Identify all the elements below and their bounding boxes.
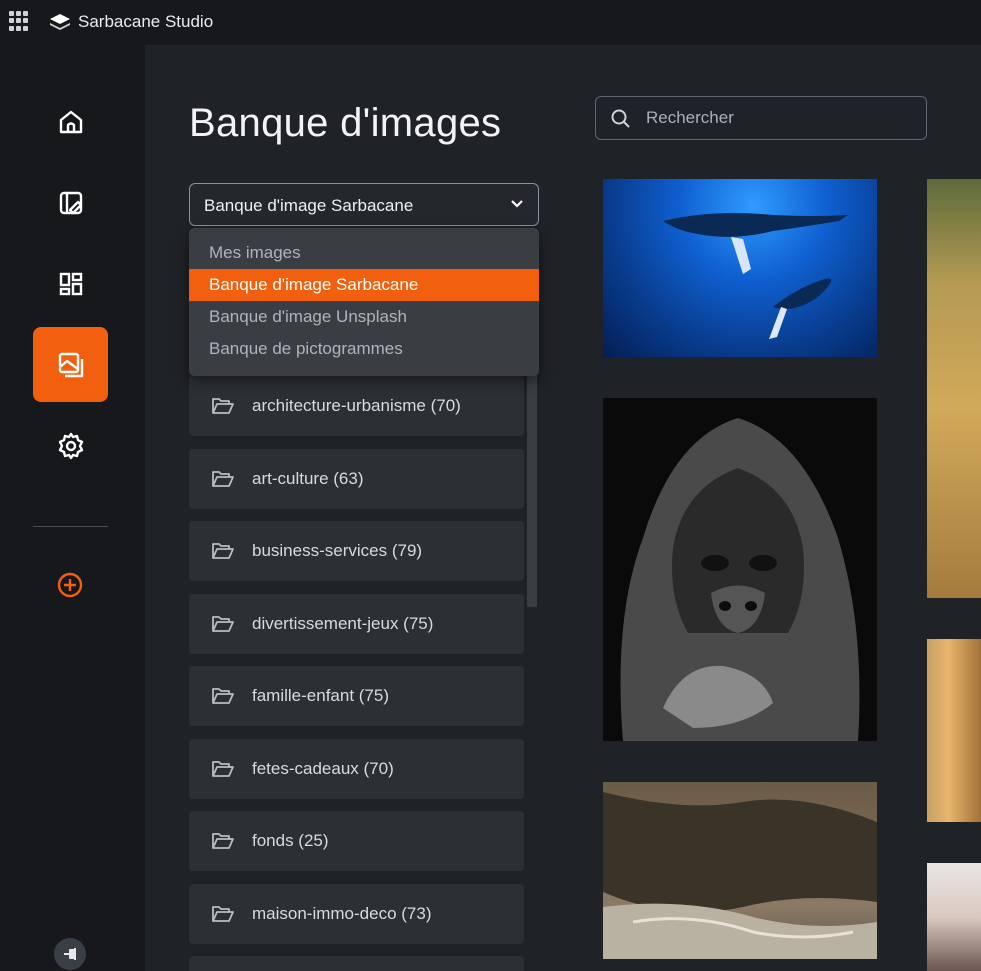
category-item[interactable] [189,956,524,971]
sidebar-item-settings[interactable] [33,408,108,483]
folder-open-icon [212,833,234,849]
settings-icon [58,432,83,459]
category-label: divertissement-jeux (75) [252,614,434,633]
image-thumbnail-whales[interactable] [603,179,877,357]
dropdown-option-pictogrammes[interactable]: Banque de pictogrammes [189,333,539,365]
image-thumbnail-savanna-tree[interactable] [927,179,981,598]
dropdown-option-mes-images[interactable]: Mes images [189,237,539,269]
folder-open-icon [212,471,234,487]
image-thumbnail-wildebeest[interactable] [603,782,877,959]
apps-grid-icon[interactable] [9,11,29,31]
category-item[interactable]: divertissement-jeux (75) [189,594,524,654]
wildebeest-illustration [603,792,877,959]
sidebar-item-templates[interactable] [33,246,108,321]
category-label: maison-immo-deco (73) [252,904,432,923]
category-label: famille-enfant (75) [252,686,390,705]
image-source-select[interactable]: Banque d'image Sarbacane [189,183,539,226]
page-title: Banque d'images [189,101,502,145]
dropdown-option-sarbacane[interactable]: Banque d'image Sarbacane [189,269,539,301]
folder-open-icon [212,616,234,632]
image-source-selected: Banque d'image Sarbacane [204,196,414,215]
sidebar-item-images[interactable] [33,327,108,402]
folder-open-icon [212,761,234,777]
sidebar-divider [33,526,108,527]
gorilla-illustration [620,418,860,741]
main-content: Banque d'images Banque d'image Sarbacane… [145,45,981,971]
sidebar-item-editor[interactable] [33,165,108,240]
editor-icon [59,191,82,214]
folder-open-icon [212,398,234,414]
sidebar [0,45,145,971]
category-label: fonds (25) [252,831,329,850]
category-item[interactable]: business-services (79) [189,521,524,581]
category-item[interactable]: fonds (25) [189,811,524,871]
category-scrollbar[interactable] [527,337,537,607]
category-label: art-culture (63) [252,469,364,488]
whale-illustration [663,213,848,339]
app-title: Sarbacane Studio [78,12,214,31]
search-input[interactable] [646,97,916,138]
category-list: architecture-urbanisme (70) art-culture … [189,376,525,971]
image-source-dropdown: Mes images Banque d'image Sarbacane Banq… [189,228,539,376]
sarbacane-logo-icon [50,14,70,30]
dropdown-option-unsplash[interactable]: Banque d'image Unsplash [189,301,539,333]
folder-open-icon [212,543,234,559]
category-label: business-services (79) [252,541,423,560]
category-label: fetes-cadeaux (70) [252,759,394,778]
category-item[interactable]: fetes-cadeaux (70) [189,739,524,799]
folder-open-icon [212,688,234,704]
image-thumbnail-landscape[interactable] [927,863,981,971]
category-item[interactable]: famille-enfant (75) [189,666,524,726]
templates-icon [59,272,82,295]
search-box[interactable] [595,96,927,140]
image-thumbnail-gorilla[interactable] [603,398,877,741]
chevron-down-icon [511,200,523,208]
sidebar-item-home[interactable] [33,84,108,159]
top-bar: Sarbacane Studio [0,0,981,45]
category-item[interactable]: art-culture (63) [189,449,524,509]
category-item[interactable]: maison-immo-deco (73) [189,884,524,944]
images-icon [58,352,83,377]
pin-icon [64,948,76,960]
search-icon [611,109,630,128]
image-thumbnail-sunset[interactable] [927,639,981,822]
folder-open-icon [212,906,234,922]
home-icon [59,110,82,133]
add-circle-icon[interactable] [56,571,84,599]
category-item[interactable]: architecture-urbanisme (70) [189,376,524,436]
category-label: architecture-urbanisme (70) [252,396,461,415]
pin-button[interactable] [54,938,86,970]
